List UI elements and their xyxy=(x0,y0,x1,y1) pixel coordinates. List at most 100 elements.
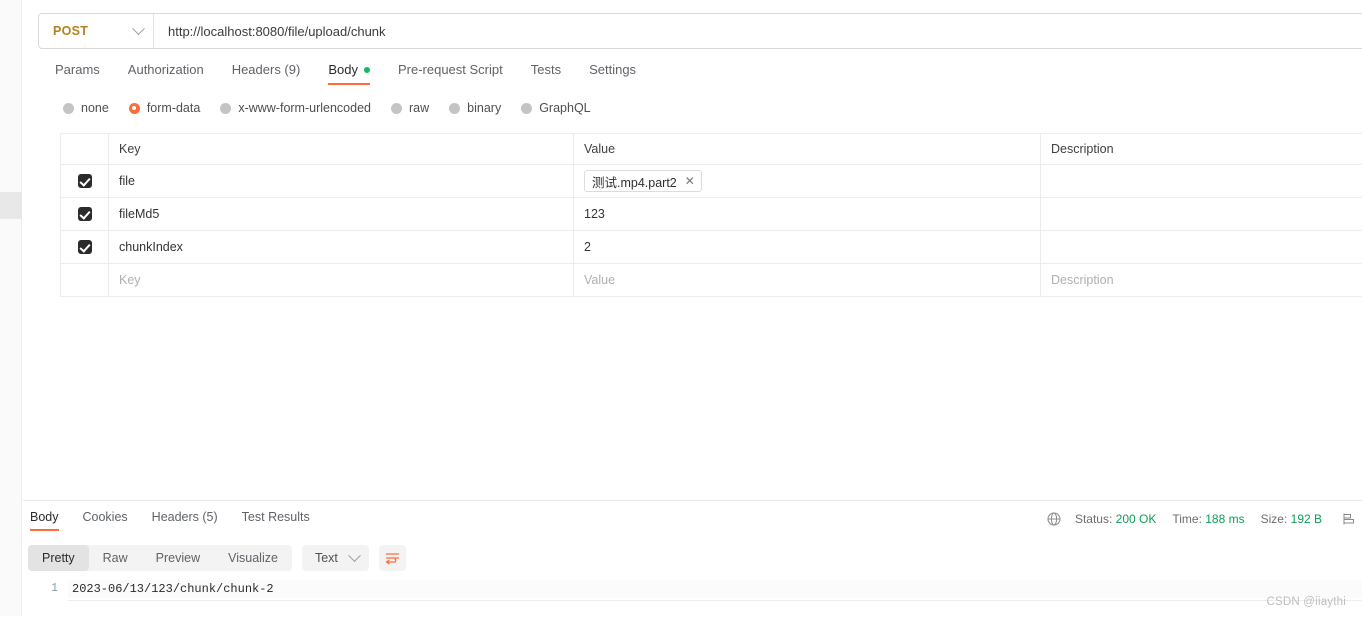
chevron-down-icon xyxy=(348,548,361,562)
tab-params-label: Params xyxy=(55,62,100,77)
tab-pre-request-script-label: Pre-request Script xyxy=(397,62,503,77)
row-checkbox-cell xyxy=(61,165,109,197)
body-type-none[interactable]: none xyxy=(63,101,109,115)
save-response-icon[interactable] xyxy=(1342,512,1356,526)
body-type-form-data[interactable]: form-data xyxy=(128,101,200,115)
chevron-down-icon xyxy=(132,21,145,35)
body-type-raw[interactable]: raw xyxy=(391,101,429,115)
table-empty-row[interactable]: Key Value Description xyxy=(61,264,1362,297)
row-key-cell[interactable]: fileMd5 xyxy=(109,198,574,230)
empty-row-description-cell[interactable]: Description xyxy=(1041,264,1362,296)
format-pretty[interactable]: Pretty xyxy=(28,545,89,571)
body-type-radio-group: none form-data x-www-form-urlencoded raw… xyxy=(63,101,611,115)
tab-pre-request-script[interactable]: Pre-request Script xyxy=(398,62,503,85)
body-type-x-www-form-urlencoded[interactable]: x-www-form-urlencoded xyxy=(220,101,371,115)
row-value-cell[interactable]: 2 xyxy=(574,231,1041,263)
tab-settings[interactable]: Settings xyxy=(589,62,636,85)
status-value: 200 OK xyxy=(1115,512,1157,526)
row-key-cell[interactable]: chunkIndex xyxy=(109,231,574,263)
format-raw[interactable]: Raw xyxy=(89,545,142,571)
response-content-type-select[interactable]: Text xyxy=(301,545,369,571)
tab-tests[interactable]: Tests xyxy=(531,62,561,85)
tab-headers-label: Headers (9) xyxy=(231,62,301,77)
format-visualize[interactable]: Visualize xyxy=(214,545,292,571)
time-value: 188 ms xyxy=(1205,512,1245,526)
empty-row-checkbox-cell xyxy=(61,264,109,296)
tab-params[interactable]: Params xyxy=(55,62,100,85)
header-cell-description: Description xyxy=(1041,134,1362,164)
response-tab-headers[interactable]: Headers (5) xyxy=(152,510,218,531)
row-key-text: fileMd5 xyxy=(119,207,160,221)
row-key-text: chunkIndex xyxy=(119,240,183,254)
request-tabs: Params Authorization Headers (9) Body Pr… xyxy=(55,62,664,89)
url-input[interactable] xyxy=(154,14,1362,48)
response-tab-body[interactable]: Body xyxy=(30,510,59,531)
tab-settings-label: Settings xyxy=(589,62,637,77)
body-type-graphql[interactable]: GraphQL xyxy=(521,101,591,115)
radio-icon xyxy=(391,102,402,114)
radio-icon xyxy=(521,102,533,114)
header-cell-checkbox xyxy=(61,134,109,164)
empty-row-value-cell[interactable]: Value xyxy=(574,264,1041,296)
header-cell-key: Key xyxy=(109,134,574,164)
row-key-text: file xyxy=(119,174,135,188)
row-description-cell[interactable] xyxy=(1041,165,1362,197)
status-label: Status: xyxy=(1074,512,1113,526)
line-number-gutter: 1 xyxy=(28,580,68,598)
row-checkbox-cell xyxy=(61,231,109,263)
row-checkbox-checked-icon[interactable] xyxy=(77,207,92,221)
size-label: Size: xyxy=(1260,512,1288,526)
code-line-underline xyxy=(68,600,1362,601)
close-icon[interactable]: ✕ xyxy=(685,175,695,187)
tab-body[interactable]: Body xyxy=(328,62,370,85)
wrap-text-button[interactable] xyxy=(378,545,406,571)
response-tab-body-label: Body xyxy=(30,510,59,524)
sidebar-rail-active-segment[interactable] xyxy=(0,192,22,219)
radio-selected-icon xyxy=(128,102,140,114)
time-label: Time: xyxy=(1172,512,1202,526)
http-method-select[interactable]: POST xyxy=(39,14,154,48)
row-checkbox-checked-icon[interactable] xyxy=(77,174,92,188)
row-value-cell[interactable]: 测试.mp4.part2 ✕ xyxy=(574,165,1041,197)
time-badge: Time: 188 ms xyxy=(1172,512,1244,526)
response-status-bar: Status: 200 OK Time: 188 ms Size: 192 B xyxy=(1047,512,1356,526)
row-key-cell[interactable]: file xyxy=(109,165,574,197)
row-description-cell[interactable] xyxy=(1041,198,1362,230)
left-sidebar-rail[interactable] xyxy=(0,0,22,621)
format-preview[interactable]: Preview xyxy=(142,545,214,571)
row-description-cell[interactable] xyxy=(1041,231,1362,263)
body-type-binary-label: binary xyxy=(467,101,502,115)
response-tab-cookies[interactable]: Cookies xyxy=(83,510,128,531)
response-tab-test-results[interactable]: Test Results xyxy=(242,510,310,531)
code-line-text: 2023-06/13/123/chunk/chunk-2 xyxy=(72,582,274,596)
code-line: 2023-06/13/123/chunk/chunk-2 xyxy=(68,580,1362,598)
header-cell-value: Value xyxy=(574,134,1041,164)
body-type-x-www-form-urlencoded-label: x-www-form-urlencoded xyxy=(238,101,371,115)
table-row[interactable]: file 测试.mp4.part2 ✕ xyxy=(61,165,1362,198)
body-type-binary[interactable]: binary xyxy=(449,101,501,115)
response-tab-test-results-label: Test Results xyxy=(241,510,310,524)
table-row[interactable]: chunkIndex 2 xyxy=(61,231,1362,264)
http-method-label: POST xyxy=(53,24,89,38)
row-checkbox-cell xyxy=(61,198,109,230)
column-header-value: Value xyxy=(584,142,616,156)
row-value-text: 2 xyxy=(584,240,591,254)
body-type-none-label: none xyxy=(81,101,109,115)
tab-headers[interactable]: Headers (9) xyxy=(232,62,301,85)
row-value-cell[interactable]: 123 xyxy=(574,198,1041,230)
empty-row-key-placeholder: Key xyxy=(119,273,141,287)
row-checkbox-checked-icon[interactable] xyxy=(77,240,92,254)
response-content-type-label: Text xyxy=(314,551,338,565)
file-chip[interactable]: 测试.mp4.part2 ✕ xyxy=(584,170,702,192)
response-body-code[interactable]: 1 2023-06/13/123/chunk/chunk-2 xyxy=(28,580,1362,600)
tab-authorization[interactable]: Authorization xyxy=(128,62,204,85)
empty-row-description-placeholder: Description xyxy=(1051,273,1114,287)
row-value-text: 123 xyxy=(584,207,605,221)
status-badge: Status: 200 OK xyxy=(1075,512,1156,526)
response-tab-cookies-label: Cookies xyxy=(82,510,128,524)
empty-row-key-cell[interactable]: Key xyxy=(109,264,574,296)
bottom-strip xyxy=(0,616,1362,621)
tab-body-label: Body xyxy=(328,62,358,77)
tab-tests-label: Tests xyxy=(530,62,562,77)
table-row[interactable]: fileMd5 123 xyxy=(61,198,1362,231)
